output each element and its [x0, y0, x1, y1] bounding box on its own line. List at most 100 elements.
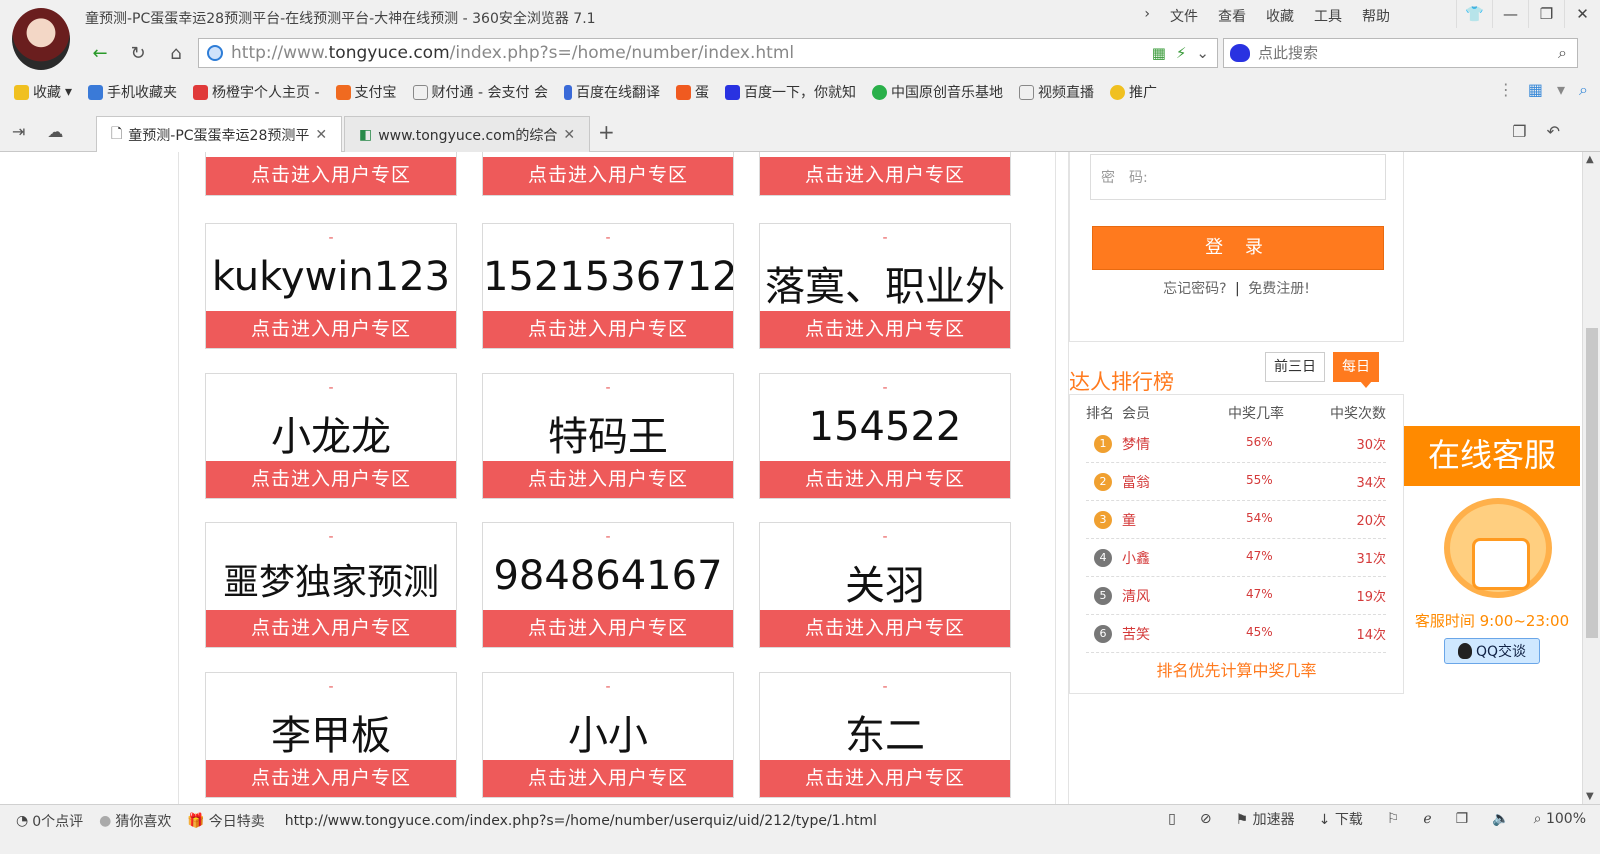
- search-box[interactable]: ⌕: [1223, 38, 1578, 68]
- menu-tools[interactable]: 工具: [1314, 6, 1342, 26]
- user-card[interactable]: - 1521536712 点击进入用户专区: [482, 223, 734, 349]
- baidu-paw-icon[interactable]: [1230, 44, 1250, 62]
- close-tab-icon[interactable]: ✕: [315, 127, 327, 143]
- login-button[interactable]: 登 录: [1092, 226, 1384, 270]
- menu-file[interactable]: 文件: [1170, 6, 1198, 26]
- forgot-password-link[interactable]: 忘记密码?: [1163, 281, 1226, 297]
- enter-user-zone-button[interactable]: 点击进入用户专区: [483, 311, 733, 348]
- user-card[interactable]: - 小龙龙 点击进入用户专区: [205, 373, 457, 499]
- bookmark-personal-page[interactable]: 杨橙宇个人主页 -: [193, 82, 320, 102]
- rank-member-name[interactable]: 小鑫: [1122, 548, 1150, 568]
- user-card[interactable]: - kukywin123 点击进入用户专区: [205, 223, 457, 349]
- enter-user-zone-button[interactable]: 点击进入用户专区: [483, 157, 733, 195]
- bookmark-egg[interactable]: 蛋: [675, 82, 709, 102]
- user-card[interactable]: - 小小 点击进入用户专区: [482, 672, 734, 798]
- zoom-control[interactable]: ⌕ 100%: [1534, 811, 1586, 827]
- maximize-button[interactable]: ❐: [1528, 0, 1564, 28]
- user-card[interactable]: 点击进入用户专区: [482, 152, 734, 196]
- user-card[interactable]: - 特码王 点击进入用户专区: [482, 373, 734, 499]
- enter-user-zone-button[interactable]: 点击进入用户专区: [206, 311, 456, 348]
- window-icon[interactable]: ❐: [1456, 811, 1469, 827]
- guess-you-like[interactable]: ● 猜你喜欢: [99, 811, 171, 831]
- bookmark-mobile[interactable]: 手机收藏夹: [88, 82, 177, 102]
- chevron-down-icon[interactable]: ⌄: [1196, 44, 1209, 62]
- enter-user-zone-button[interactable]: 点击进入用户专区: [483, 461, 733, 498]
- rank-member-name[interactable]: 富翁: [1122, 472, 1150, 492]
- tab-list-icon[interactable]: ❐: [1512, 122, 1526, 141]
- magnifier-icon[interactable]: ⌕: [1579, 80, 1588, 100]
- tab-daily[interactable]: 每日: [1333, 352, 1379, 388]
- tab-three-days[interactable]: 前三日: [1265, 352, 1325, 382]
- register-link[interactable]: 免费注册!: [1248, 281, 1310, 297]
- enter-user-zone-button[interactable]: 点击进入用户专区: [760, 461, 1010, 498]
- menu-favorites[interactable]: 收藏: [1266, 6, 1294, 26]
- rank-member-name[interactable]: 童: [1122, 510, 1136, 530]
- user-card[interactable]: 点击进入用户专区: [759, 152, 1011, 196]
- cloud-icon[interactable]: ☁: [47, 122, 63, 141]
- user-avatar[interactable]: [12, 8, 70, 70]
- bookmark-favorites[interactable]: 收藏 ▾: [14, 82, 72, 102]
- enter-user-zone-button[interactable]: 点击进入用户专区: [483, 610, 733, 647]
- mobile-icon[interactable]: ▯: [1168, 811, 1176, 827]
- ie-icon[interactable]: ℯ: [1423, 811, 1431, 827]
- search-input[interactable]: [1258, 44, 1528, 62]
- compat-mode-icon[interactable]: ⊘: [1200, 811, 1212, 827]
- user-card[interactable]: - 李甲板 点击进入用户专区: [205, 672, 457, 798]
- enter-user-zone-button[interactable]: 点击进入用户专区: [206, 157, 456, 195]
- skin-icon[interactable]: 👕: [1456, 0, 1492, 28]
- enter-user-zone-button[interactable]: 点击进入用户专区: [760, 610, 1010, 647]
- bookmark-video[interactable]: 视频直播: [1018, 82, 1094, 102]
- speaker-icon[interactable]: 🔈: [1492, 811, 1509, 827]
- rank-member-name[interactable]: 清风: [1122, 586, 1150, 606]
- new-tab-button[interactable]: +: [598, 120, 615, 144]
- scroll-up-arrow-icon[interactable]: ▲: [1586, 154, 1594, 165]
- bookmark-music[interactable]: 中国原创音乐基地: [871, 82, 1003, 102]
- enter-user-zone-button[interactable]: 点击进入用户专区: [206, 760, 456, 797]
- search-icon[interactable]: ⌕: [1558, 43, 1567, 63]
- bookmark-promote[interactable]: 推广: [1109, 82, 1157, 102]
- sidebar-toggle-icon[interactable]: ⇥: [12, 122, 25, 141]
- tab-tongyuce-overview[interactable]: ◧ www.tongyuce.com的综合 ✕: [344, 116, 590, 152]
- bookmark-baidu-translate[interactable]: 百度在线翻译: [563, 82, 660, 102]
- menu-chevron-icon[interactable]: ›: [1144, 6, 1150, 26]
- user-card[interactable]: - 154522 点击进入用户专区: [759, 373, 1011, 499]
- close-tab-icon[interactable]: ✕: [563, 127, 575, 143]
- accelerator-button[interactable]: ⚑ 加速器: [1236, 809, 1295, 829]
- flag-icon[interactable]: ⚐: [1387, 811, 1400, 827]
- enter-user-zone-button[interactable]: 点击进入用户专区: [760, 311, 1010, 348]
- qr-code-icon[interactable]: ▦: [1152, 44, 1166, 62]
- enter-user-zone-button[interactable]: 点击进入用户专区: [206, 610, 456, 647]
- enter-user-zone-button[interactable]: 点击进入用户专区: [760, 157, 1010, 195]
- user-card[interactable]: - 984864167 点击进入用户专区: [482, 522, 734, 648]
- bookmark-baidu[interactable]: 百度一下，你就知: [724, 82, 856, 102]
- scroll-down-arrow-icon[interactable]: ▼: [1586, 791, 1594, 802]
- scroll-thumb[interactable]: [1586, 328, 1598, 638]
- more-dots-icon[interactable]: ⋮: [1498, 80, 1514, 100]
- dropdown-icon[interactable]: ▾: [1557, 80, 1565, 100]
- close-window-button[interactable]: ✕: [1564, 0, 1600, 28]
- tab-tongyuce[interactable]: 🗋 童预测-PC蛋蛋幸运28预测平 ✕: [96, 116, 342, 153]
- vertical-scrollbar[interactable]: ▲ ▼: [1582, 152, 1600, 804]
- rank-member-name[interactable]: 苦笑: [1122, 624, 1150, 644]
- comments-status[interactable]: ◔ 0个点评: [16, 811, 83, 831]
- download-button[interactable]: ↓ 下载: [1319, 809, 1363, 829]
- apps-grid-icon[interactable]: ▦: [1528, 80, 1543, 100]
- refresh-icon[interactable]: ↻: [124, 39, 152, 67]
- user-card[interactable]: - 落寞、职业外 点击进入用户专区: [759, 223, 1011, 349]
- user-card[interactable]: - 噩梦独家预测 点击进入用户专区: [205, 522, 457, 648]
- enter-user-zone-button[interactable]: 点击进入用户专区: [206, 461, 456, 498]
- undo-close-icon[interactable]: ↶: [1547, 122, 1560, 141]
- todays-deals[interactable]: 🎁 今日特卖: [187, 811, 264, 831]
- bookmark-alipay[interactable]: 支付宝: [335, 82, 397, 102]
- menu-help[interactable]: 帮助: [1362, 6, 1390, 26]
- lightning-icon[interactable]: ⚡: [1176, 44, 1187, 62]
- minimize-button[interactable]: —: [1492, 0, 1528, 28]
- user-card[interactable]: - 关羽 点击进入用户专区: [759, 522, 1011, 648]
- bookmark-tenpay[interactable]: 财付通 - 会支付 会: [412, 82, 548, 102]
- back-arrow-icon[interactable]: ←: [86, 39, 114, 67]
- home-icon[interactable]: ⌂: [162, 39, 190, 67]
- user-card[interactable]: - 东二 点击进入用户专区: [759, 672, 1011, 798]
- enter-user-zone-button[interactable]: 点击进入用户专区: [760, 760, 1010, 797]
- password-field[interactable]: 密 码:: [1090, 154, 1386, 200]
- enter-user-zone-button[interactable]: 点击进入用户专区: [483, 760, 733, 797]
